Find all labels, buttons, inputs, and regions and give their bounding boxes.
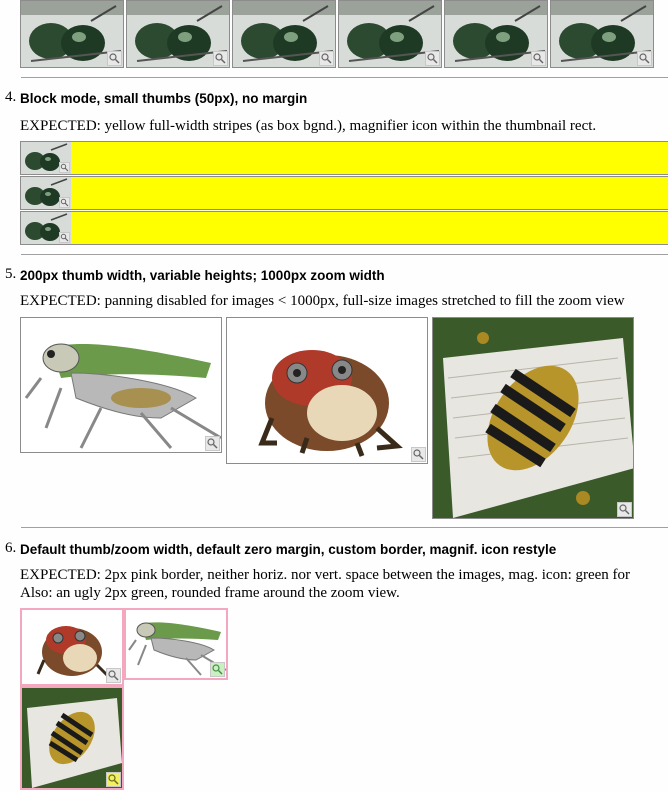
frog-image xyxy=(227,318,427,463)
stripe-row xyxy=(20,141,668,175)
yellow-stripe xyxy=(71,212,668,244)
stripe-row xyxy=(20,176,668,210)
grasshopper-image xyxy=(21,318,221,452)
magnifier-icon[interactable] xyxy=(106,772,121,787)
thumbnail-grasshopper[interactable] xyxy=(20,317,222,453)
expected-text: EXPECTED: panning disabled for images < … xyxy=(20,293,625,309)
wasp-image xyxy=(433,318,633,518)
thumbnail-beetle-small[interactable] xyxy=(21,142,71,174)
section-heading: Block mode, small thumbs (50px), no marg… xyxy=(20,91,308,106)
thumbnail-beetle-small[interactable] xyxy=(21,212,71,244)
magnifier-icon[interactable] xyxy=(59,162,70,173)
magnifier-icon[interactable] xyxy=(210,662,225,677)
thumbnail-beetle-4[interactable] xyxy=(338,0,442,68)
thumbnail-frog[interactable] xyxy=(226,317,428,464)
thumbnail-beetle-3[interactable] xyxy=(232,0,336,68)
thumbnail-beetle-2[interactable] xyxy=(126,0,230,68)
thumbnail-grasshopper-pink[interactable] xyxy=(124,608,228,680)
magnifier-icon[interactable] xyxy=(213,51,228,66)
magnifier-icon[interactable] xyxy=(107,51,122,66)
thumbnail-beetle-1[interactable] xyxy=(20,0,124,68)
thumbnail-beetle-5[interactable] xyxy=(444,0,548,68)
magnifier-icon[interactable] xyxy=(425,51,440,66)
expected-text: EXPECTED: 2px pink border, neither horiz… xyxy=(20,567,631,583)
section-number: 4. xyxy=(5,89,17,105)
yellow-stripe xyxy=(71,142,668,174)
yellow-stripe xyxy=(71,177,668,209)
magnifier-icon[interactable] xyxy=(617,502,632,517)
expected-text: EXPECTED: yellow full-width stripes (as … xyxy=(20,118,597,134)
section-divider xyxy=(21,527,668,528)
section-number: 6. xyxy=(5,540,17,556)
section-divider xyxy=(21,77,668,78)
stripe-row xyxy=(20,211,668,245)
magnifier-icon[interactable] xyxy=(106,668,121,683)
section-heading: Default thumb/zoom width, default zero m… xyxy=(20,542,557,557)
magnifier-icon[interactable] xyxy=(531,51,546,66)
magnifier-icon[interactable] xyxy=(319,51,334,66)
magnifier-icon[interactable] xyxy=(59,232,70,243)
magnifier-icon[interactable] xyxy=(59,197,70,208)
magnifier-icon[interactable] xyxy=(411,447,426,462)
thumbnail-frog-pink[interactable] xyxy=(20,608,124,686)
section-divider xyxy=(21,254,668,255)
expected-text-line2: Also: an ugly 2px green, rounded frame a… xyxy=(20,585,400,601)
thumbnail-wasp[interactable] xyxy=(432,317,634,519)
magnifier-icon[interactable] xyxy=(205,436,220,451)
section-heading: 200px thumb width, variable heights; 100… xyxy=(20,268,385,283)
thumbnail-beetle-6[interactable] xyxy=(550,0,654,68)
thumbnail-beetle-small[interactable] xyxy=(21,177,71,209)
magnifier-icon[interactable] xyxy=(637,51,652,66)
section-number: 5. xyxy=(5,266,17,282)
thumbnail-wasp-pink[interactable] xyxy=(20,686,124,790)
